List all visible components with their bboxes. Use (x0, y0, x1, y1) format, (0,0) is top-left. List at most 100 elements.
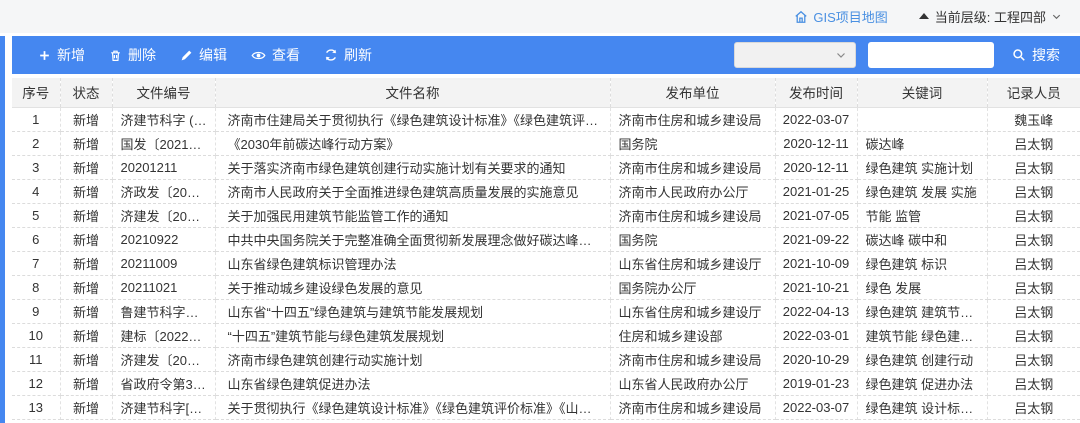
table-row[interactable]: 13新增济建节科字[202...关于贯彻执行《绿色建筑设计标准》《绿色建筑评价标… (12, 395, 1080, 419)
refresh-icon (324, 48, 338, 62)
plus-icon (38, 49, 51, 62)
home-icon (794, 10, 808, 24)
cell-file-number: 20211021 (112, 275, 215, 299)
cell-file-name: 中共中央国务院关于完整准确全面贯彻新发展理念做好碳达峰碳中和... (215, 227, 610, 251)
cell-status: 新增 (60, 203, 112, 227)
search-label: 搜索 (1032, 45, 1060, 65)
cell-publish-date: 2020-12-11 (775, 131, 857, 155)
cell-status: 新增 (60, 251, 112, 275)
cell-index: 12 (12, 371, 60, 395)
cell-file-number: 20211009 (112, 251, 215, 275)
cell-recorder: 魏玉峰 (987, 107, 1080, 131)
table-body: 1新增济建节科字 (20...济南市住建局关于贯彻执行《绿色建筑设计标准》《绿色… (12, 107, 1080, 419)
table-row[interactable]: 4新增济政发〔2021...济南市人民政府关于全面推进绿色建筑高质量发展的实施意… (12, 179, 1080, 203)
refresh-button[interactable]: 刷新 (312, 36, 384, 74)
cell-index: 10 (12, 323, 60, 347)
cell-recorder: 吕太钢 (987, 299, 1080, 323)
chevron-down-icon (1051, 11, 1062, 22)
edit-button[interactable]: 编辑 (168, 36, 239, 74)
cell-status: 新增 (60, 227, 112, 251)
col-header-recorder: 记录人员 (987, 78, 1080, 107)
search-button[interactable]: 搜索 (1006, 36, 1066, 74)
view-button[interactable]: 查看 (239, 36, 312, 74)
table-row[interactable]: 11新增济建发〔2020...济南市绿色建筑创建行动实施计划济南市住房和城乡建设… (12, 347, 1080, 371)
documents-table: 序号 状态 文件编号 文件名称 发布单位 发布时间 关键词 记录人员 1新增济建… (12, 78, 1080, 420)
pencil-icon (180, 49, 193, 62)
col-header-file-number: 文件编号 (112, 78, 215, 107)
cell-file-name: 济南市绿色建筑创建行动实施计划 (215, 347, 610, 371)
cell-file-number: 建标〔2022〕2... (112, 323, 215, 347)
current-level-dropdown[interactable]: 当前层级: 工程四部 (918, 7, 1062, 26)
add-label: 新增 (57, 45, 85, 65)
cell-publisher: 住房和城乡建设部 (610, 323, 775, 347)
col-header-status: 状态 (60, 78, 112, 107)
top-bar: GIS项目地图 当前层级: 工程四部 (0, 0, 1080, 33)
cell-publisher: 济南市住房和城乡建设局 (610, 395, 775, 419)
cell-publish-date: 2020-12-11 (775, 155, 857, 179)
cell-file-name: 山东省绿色建筑促进办法 (215, 371, 610, 395)
cell-file-name: 关于推动城乡建设绿色发展的意见 (215, 275, 610, 299)
cell-keywords (857, 107, 987, 131)
cell-file-number: 济政发〔2021... (112, 179, 215, 203)
cell-recorder: 吕太钢 (987, 251, 1080, 275)
cell-keywords: 绿色建筑 促进办法 (857, 371, 987, 395)
cell-keywords: 碳达峰 (857, 131, 987, 155)
left-accent-stripe (0, 36, 5, 423)
cell-status: 新增 (60, 131, 112, 155)
table-row[interactable]: 12新增省政府令第323号山东省绿色建筑促进办法山东省人民政府办公厅2019-0… (12, 371, 1080, 395)
cell-index: 7 (12, 251, 60, 275)
edit-label: 编辑 (199, 45, 227, 65)
table-row[interactable]: 5新增济建发〔2021...关于加强民用建筑节能监管工作的通知济南市住房和城乡建… (12, 203, 1080, 227)
chevron-down-icon (835, 49, 847, 61)
cell-recorder: 吕太钢 (987, 371, 1080, 395)
cell-publisher: 山东省住房和城乡建设厅 (610, 299, 775, 323)
cell-keywords: 节能 监管 (857, 203, 987, 227)
table-row[interactable]: 6新增20210922中共中央国务院关于完整准确全面贯彻新发展理念做好碳达峰碳中… (12, 227, 1080, 251)
cell-status: 新增 (60, 395, 112, 419)
view-label: 查看 (272, 45, 300, 65)
cell-publisher: 国务院 (610, 227, 775, 251)
cell-index: 3 (12, 155, 60, 179)
cell-status: 新增 (60, 299, 112, 323)
table-row[interactable]: 8新增20211021关于推动城乡建设绿色发展的意见国务院办公厅2021-10-… (12, 275, 1080, 299)
cell-keywords: 建筑节能 绿色建筑 ... (857, 323, 987, 347)
table-header-row: 序号 状态 文件编号 文件名称 发布单位 发布时间 关键词 记录人员 (12, 78, 1080, 107)
cell-publisher: 国务院 (610, 131, 775, 155)
cell-publish-date: 2021-10-09 (775, 251, 857, 275)
refresh-label: 刷新 (344, 45, 372, 65)
cell-publish-date: 2021-07-05 (775, 203, 857, 227)
cell-file-name: 关于贯彻执行《绿色建筑设计标准》《绿色建筑评价标准》《山东省... (215, 395, 610, 419)
cell-keywords: 碳达峰 碳中和 (857, 227, 987, 251)
cell-status: 新增 (60, 107, 112, 131)
cell-recorder: 吕太钢 (987, 395, 1080, 419)
delete-button[interactable]: 删除 (97, 36, 168, 74)
cell-publish-date: 2021-09-22 (775, 227, 857, 251)
search-input[interactable] (868, 42, 994, 68)
gis-map-link[interactable]: GIS项目地图 (794, 7, 887, 26)
cell-file-number: 国发〔2021〕2... (112, 131, 215, 155)
add-button[interactable]: 新增 (26, 36, 97, 74)
table-row[interactable]: 1新增济建节科字 (20...济南市住建局关于贯彻执行《绿色建筑设计标准》《绿色… (12, 107, 1080, 131)
filter-select[interactable] (734, 42, 856, 68)
cell-recorder: 吕太钢 (987, 323, 1080, 347)
delete-label: 删除 (128, 45, 156, 65)
table-row[interactable]: 10新增建标〔2022〕2...“十四五”建筑节能与绿色建筑发展规划住房和城乡建… (12, 323, 1080, 347)
eye-icon (251, 48, 266, 63)
cell-keywords: 绿色建筑 建筑节能 ... (857, 299, 987, 323)
table-row[interactable]: 7新增20211009山东省绿色建筑标识管理办法山东省住房和城乡建设厅2021-… (12, 251, 1080, 275)
table-row[interactable]: 3新增20201211关于落实济南市绿色建筑创建行动实施计划有关要求的通知济南市… (12, 155, 1080, 179)
table-row[interactable]: 2新增国发〔2021〕2...《2030年前碳达峰行动方案》国务院2020-12… (12, 131, 1080, 155)
cell-publisher: 济南市住房和城乡建设局 (610, 347, 775, 371)
cell-file-name: 《2030年前碳达峰行动方案》 (215, 131, 610, 155)
cell-index: 13 (12, 395, 60, 419)
cell-file-number: 鲁建节科字〔20... (112, 299, 215, 323)
cell-publisher: 山东省人民政府办公厅 (610, 371, 775, 395)
cell-publish-date: 2022-03-01 (775, 323, 857, 347)
cell-status: 新增 (60, 347, 112, 371)
cell-index: 1 (12, 107, 60, 131)
table-row[interactable]: 9新增鲁建节科字〔20...山东省“十四五”绿色建筑与建筑节能发展规划山东省住房… (12, 299, 1080, 323)
cell-file-number: 济建节科字[202... (112, 395, 215, 419)
cell-index: 6 (12, 227, 60, 251)
cell-file-number: 省政府令第323号 (112, 371, 215, 395)
cell-keywords: 绿色建筑 设计标准 ... (857, 395, 987, 419)
